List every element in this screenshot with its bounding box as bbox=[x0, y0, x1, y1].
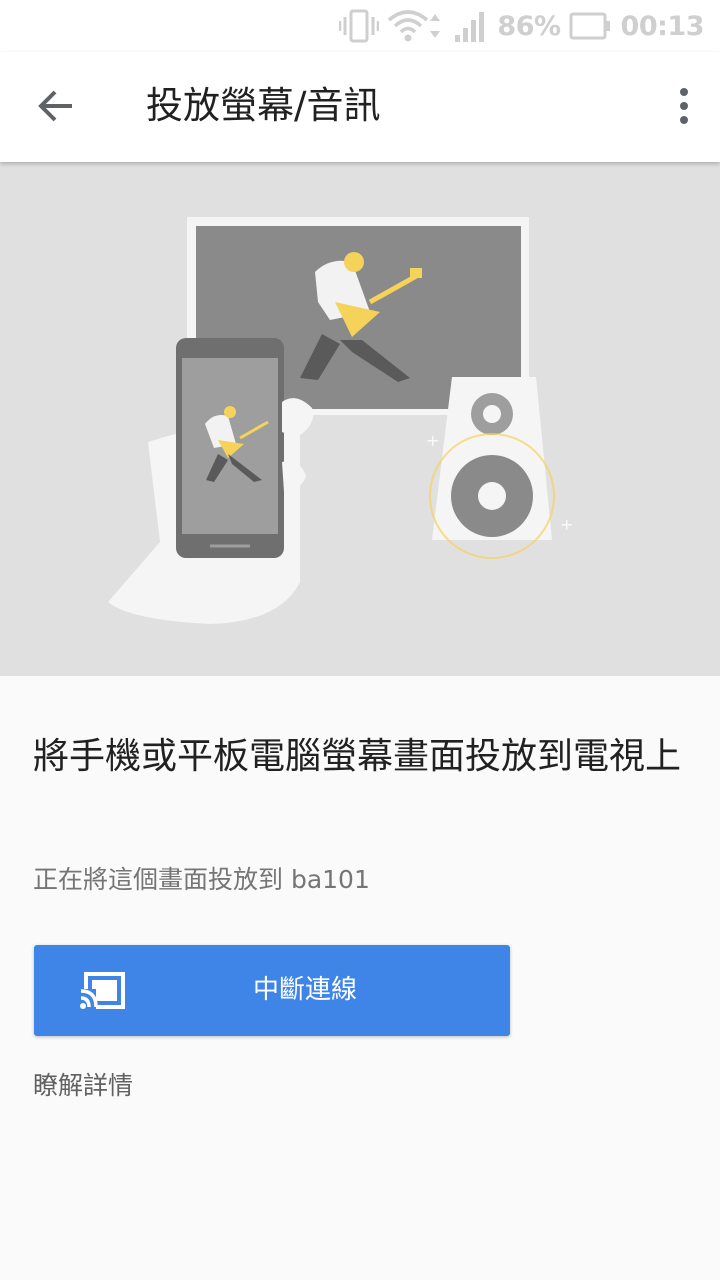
disconnect-button-label: 中斷連線 bbox=[252, 975, 357, 1005]
svg-text:+: + bbox=[426, 431, 439, 450]
status-icons: 86% 00:13 bbox=[339, 6, 705, 46]
status-bar: 86% 00:13 bbox=[0, 0, 720, 52]
svg-text:+: + bbox=[560, 515, 573, 534]
battery-icon bbox=[569, 12, 610, 40]
learn-more-link[interactable]: 瞭解詳情 bbox=[33, 1068, 133, 1104]
phone-illustration bbox=[108, 338, 314, 624]
page-title: 投放螢幕/音訊 bbox=[146, 84, 381, 127]
main-content: 將手機或平板電腦螢幕畫面投放到電視上 正在將這個畫面投放到 ba101 中斷連線… bbox=[0, 676, 720, 1280]
more-options-button[interactable] bbox=[662, 70, 706, 142]
cast-illustration: + + bbox=[0, 162, 720, 676]
wifi-icon bbox=[388, 10, 441, 42]
disconnect-button[interactable]: 中斷連線 bbox=[34, 945, 510, 1036]
clock: 00:13 bbox=[620, 10, 705, 42]
headline: 將手機或平板電腦螢幕畫面投放到電視上 bbox=[33, 736, 682, 777]
battery-percent: 86% bbox=[497, 10, 561, 42]
more-vert-icon bbox=[680, 88, 688, 124]
back-button[interactable] bbox=[20, 70, 92, 142]
signal-icon bbox=[455, 12, 485, 42]
vibrate-icon bbox=[339, 9, 380, 43]
app-bar: 投放螢幕/音訊 bbox=[0, 52, 720, 162]
arrow-back-icon bbox=[38, 90, 72, 122]
cast-status-text: 正在將這個畫面投放到 ba101 bbox=[33, 865, 370, 894]
